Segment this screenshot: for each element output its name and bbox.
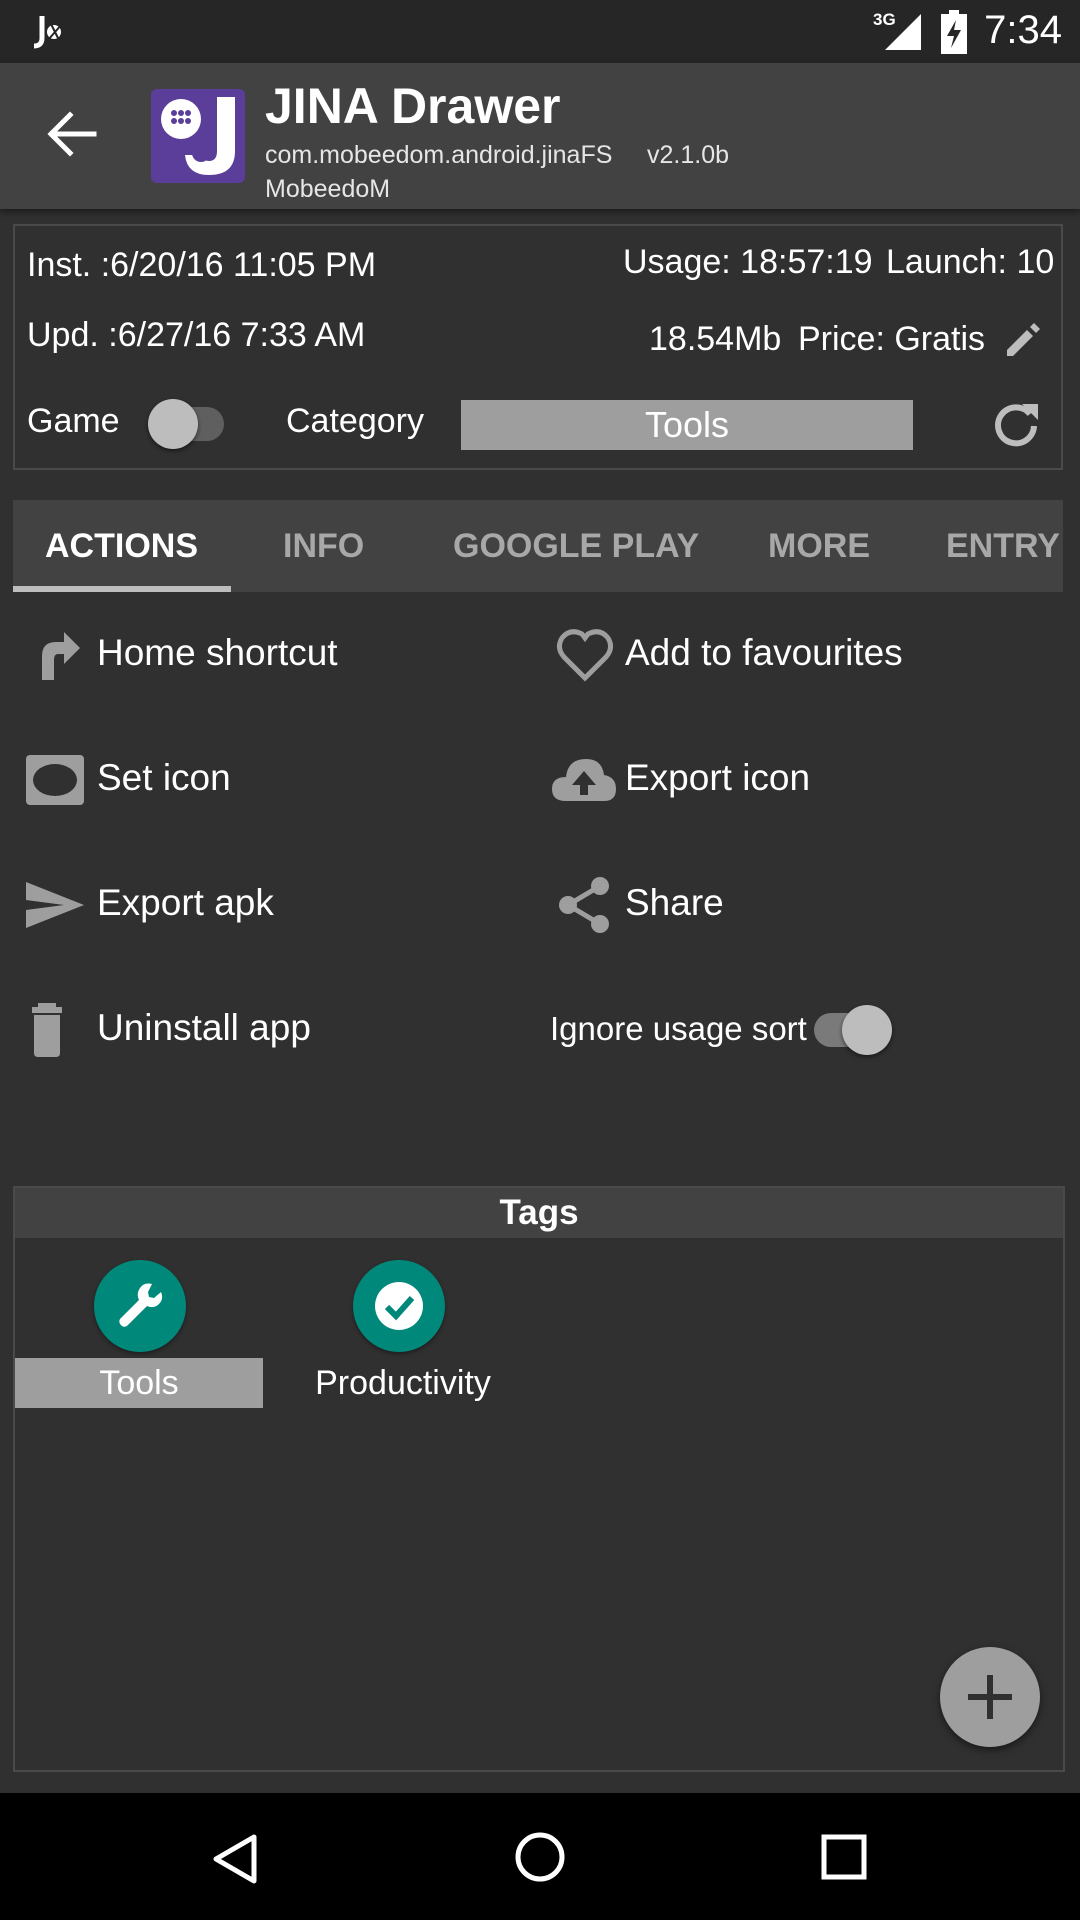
app-size: 18.54Mb: [649, 320, 782, 358]
cloud-upload-icon: [552, 759, 616, 801]
tab-bar: ACTIONS INFO GOOGLE PLAY MORE ENTRY: [13, 500, 1063, 592]
share-icon: [559, 877, 609, 933]
tab-indicator: [13, 586, 231, 592]
game-switch[interactable]: [138, 398, 230, 450]
export-icon-button[interactable]: Export icon: [548, 745, 1048, 815]
tab-info[interactable]: INFO: [283, 500, 364, 592]
notification-app-icon: [33, 16, 63, 49]
game-label: Game: [27, 402, 120, 440]
home-shortcut-label: Home shortcut: [97, 632, 338, 673]
tags-panel: Tags Tools Productivity: [13, 1186, 1065, 1772]
tags-header: Tags: [15, 1188, 1063, 1238]
check-circle-icon: [375, 1282, 423, 1330]
signal-icon: [885, 14, 921, 50]
heart-outline-icon: [556, 629, 614, 682]
image-frame-icon: [26, 755, 84, 805]
export-apk-button[interactable]: Export apk: [20, 870, 520, 940]
app-version: v2.1.0b: [647, 141, 730, 169]
set-icon-button[interactable]: Set icon: [20, 745, 520, 815]
category-label: Category: [286, 402, 424, 440]
ignore-usage-switch-thumb: [842, 1005, 892, 1055]
home-shortcut-button[interactable]: Home shortcut: [20, 620, 520, 690]
add-favourites-button[interactable]: Add to favourites: [548, 620, 1048, 690]
recents-square-icon[interactable]: [820, 1833, 868, 1881]
tab-google-play[interactable]: GOOGLE PLAY: [453, 500, 699, 592]
set-icon-label: Set icon: [97, 757, 231, 798]
uninstall-label: Uninstall app: [97, 1007, 311, 1048]
tag-circle-tools: [94, 1260, 186, 1352]
jina-drawer-logo: [151, 89, 245, 183]
export-apk-label: Export apk: [97, 882, 274, 923]
tag-item-productivity[interactable]: Productivity: [275, 1260, 535, 1418]
app-bar: JINA Drawer com.mobeedom.android.jinaFS …: [0, 63, 1080, 209]
app-info-card: Inst. :6/20/16 11:05 PM Usage: 18:57:19 …: [13, 224, 1063, 470]
usage-time: Usage: 18:57:19: [623, 243, 873, 281]
ignore-usage-sort-switch[interactable]: [808, 1004, 900, 1056]
export-icon-label: Export icon: [625, 757, 811, 798]
game-switch-thumb: [148, 399, 198, 449]
refresh-icon[interactable]: [990, 398, 1042, 450]
tab-actions[interactable]: ACTIONS: [45, 500, 198, 592]
tag-label-productivity: Productivity: [315, 1364, 491, 1402]
send-icon: [26, 882, 84, 928]
share-label: Share: [625, 882, 724, 923]
ignore-usage-sort-label: Ignore usage sort: [550, 1010, 807, 1047]
uninstall-button[interactable]: Uninstall app: [20, 995, 520, 1065]
package-name: com.mobeedom.android.jinaFS: [265, 141, 613, 169]
clock: 7:34: [984, 8, 1062, 52]
install-date: Inst. :6/20/16 11:05 PM: [27, 246, 377, 284]
share-button[interactable]: Share: [548, 870, 1048, 940]
tag-label-tools: Tools: [15, 1358, 263, 1408]
add-tag-button[interactable]: [940, 1647, 1040, 1747]
battery-charging-icon: [941, 10, 967, 54]
pencil-icon[interactable]: [1003, 320, 1043, 360]
tab-entry[interactable]: ENTRY: [946, 500, 1060, 592]
trash-icon: [32, 1003, 62, 1057]
tab-more[interactable]: MORE: [768, 500, 870, 592]
add-favourites-label: Add to favourites: [625, 632, 903, 673]
navigation-bar: [0, 1793, 1080, 1920]
status-bar: 3G 7:34: [0, 0, 1080, 63]
price: Price: Gratis: [798, 320, 986, 358]
home-circle-icon[interactable]: [514, 1831, 566, 1883]
launch-count: Launch: 10: [886, 243, 1055, 281]
developer-name: MobeedoM: [265, 175, 391, 203]
category-select[interactable]: Tools: [461, 400, 913, 450]
update-date: Upd. :6/27/16 7:33 AM: [27, 316, 366, 354]
arrow-left-icon[interactable]: [46, 111, 98, 157]
plus-icon: [968, 1675, 1012, 1719]
wrench-icon: [119, 1283, 163, 1327]
shortcut-arrow-icon: [42, 632, 80, 680]
tag-circle-productivity: [353, 1260, 445, 1352]
tag-item-tools[interactable]: Tools: [15, 1260, 265, 1418]
app-title: JINA Drawer: [265, 78, 561, 134]
back-triangle-icon[interactable]: [212, 1833, 260, 1885]
